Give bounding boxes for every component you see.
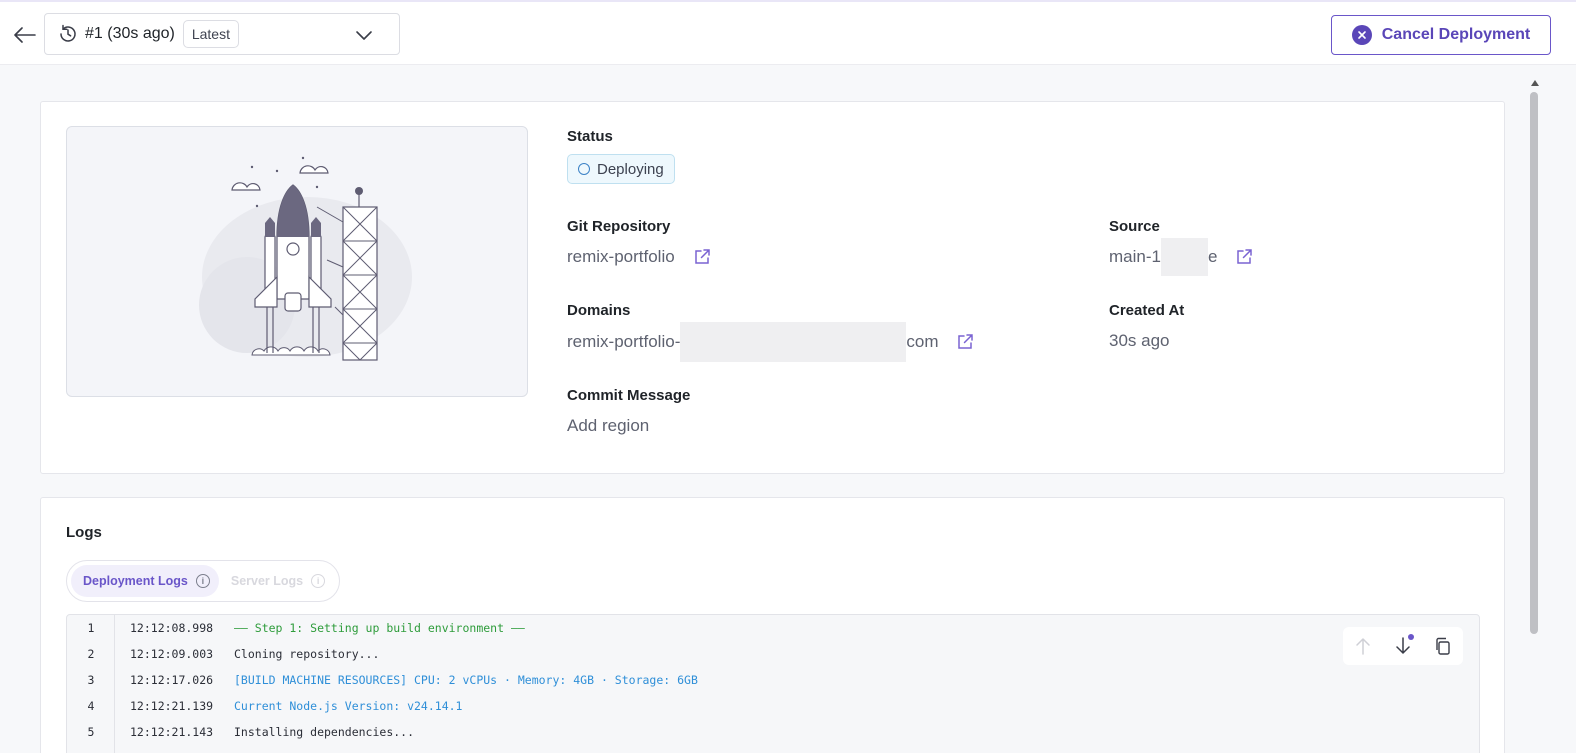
source-value-suffix: e bbox=[1207, 247, 1218, 266]
top-bar: #1 (30s ago) Latest Cancel Deployment bbox=[0, 0, 1576, 65]
history-icon bbox=[57, 23, 79, 45]
log-line: 5 12:12:21.143 Installing dependencies... bbox=[67, 719, 1479, 745]
status-label: Status bbox=[567, 128, 613, 145]
log-toolbar bbox=[1343, 627, 1463, 665]
external-link-icon[interactable] bbox=[693, 248, 711, 266]
scroll-up-arrow[interactable] bbox=[1531, 80, 1539, 86]
logs-tabs: Deployment Logs i Server Logs i bbox=[66, 560, 340, 602]
logs-card: Logs Deployment Logs i Server Logs i 1 12… bbox=[40, 497, 1505, 753]
created-at-value: 30s ago bbox=[1109, 331, 1170, 350]
chevron-down-icon bbox=[356, 31, 372, 40]
domain-value-suffix: com bbox=[906, 332, 939, 351]
tab-label: Server Logs bbox=[230, 574, 304, 588]
redacted-region bbox=[680, 322, 907, 362]
log-line: 2 12:12:09.003 Cloning repository... bbox=[67, 641, 1479, 667]
log-line: 1 12:12:08.998 —— Step 1: Setting up build… bbox=[67, 615, 1479, 641]
domains-field: remix-portfolio- com bbox=[567, 322, 974, 362]
info-icon[interactable]: i bbox=[195, 574, 210, 588]
status-badge: Deploying bbox=[567, 154, 675, 184]
info-icon[interactable]: i bbox=[311, 574, 326, 588]
log-message: Cloning repository... bbox=[234, 647, 380, 661]
line-number: 1 bbox=[87, 621, 95, 635]
close-circle-icon bbox=[1351, 25, 1372, 45]
line-number: 3 bbox=[87, 673, 95, 687]
rocket-illustration bbox=[66, 126, 528, 397]
deploying-status-icon bbox=[578, 163, 590, 175]
cancel-deployment-label: Cancel Deployment bbox=[1381, 26, 1531, 43]
log-message: Installing dependencies... bbox=[234, 725, 415, 739]
tab-label: Deployment Logs bbox=[83, 574, 188, 588]
source-field: main-1 e bbox=[1109, 238, 1253, 276]
arrow-up-icon bbox=[1356, 638, 1370, 655]
scroll-bottom-button[interactable] bbox=[1393, 634, 1414, 656]
external-link-icon[interactable] bbox=[956, 333, 974, 351]
line-number: 2 bbox=[87, 647, 95, 661]
arrow-down-icon bbox=[1396, 637, 1410, 654]
log-message: Current Node.js Version: v24.14.1 bbox=[234, 699, 463, 713]
scroll-thumb[interactable] bbox=[1530, 92, 1538, 634]
log-timestamp: 12:12:09.003 bbox=[130, 647, 214, 661]
deployment-overview-card: Status Deploying Git Repository remix-po… bbox=[40, 101, 1505, 474]
log-line: 4 12:12:21.139 Current Node.js Version: v2… bbox=[67, 693, 1479, 719]
log-message: [BUILD MACHINE RESOURCES] CPU: 2 vCPUs ·… bbox=[234, 673, 698, 687]
source-label: Source bbox=[1109, 218, 1160, 235]
domains-label: Domains bbox=[567, 302, 631, 319]
logs-title: Logs bbox=[66, 524, 102, 541]
created-at-label: Created At bbox=[1109, 302, 1185, 319]
deployment-label: #1 (30s ago) bbox=[85, 25, 175, 42]
cancel-deployment-button[interactable]: Cancel Deployment bbox=[1331, 15, 1551, 55]
log-timestamp: 12:12:17.026 bbox=[130, 673, 214, 687]
scroll-top-button[interactable] bbox=[1353, 636, 1373, 656]
log-timestamp: 12:12:21.139 bbox=[130, 699, 214, 713]
status-value: Deploying bbox=[597, 160, 664, 178]
git-repository-label: Git Repository bbox=[567, 218, 671, 235]
deployment-selector[interactable]: #1 (30s ago) Latest bbox=[44, 13, 400, 55]
arrow-left-icon bbox=[14, 27, 36, 43]
back-button[interactable] bbox=[10, 22, 40, 48]
new-logs-indicator bbox=[1408, 634, 1414, 640]
external-link-icon[interactable] bbox=[1235, 248, 1253, 266]
copy-logs-button[interactable] bbox=[1433, 636, 1453, 656]
redacted-region bbox=[1160, 238, 1208, 276]
git-repository-value: remix-portfolio bbox=[567, 247, 675, 266]
tab-deployment-logs[interactable]: Deployment Logs i bbox=[71, 565, 219, 597]
copy-icon bbox=[1436, 637, 1450, 655]
log-message: —— Step 1: Setting up build environment … bbox=[234, 621, 525, 635]
page-scrollbar[interactable] bbox=[1528, 78, 1540, 753]
git-repository-field: remix-portfolio bbox=[567, 246, 711, 268]
commit-message-value: Add region bbox=[567, 416, 650, 435]
commit-message-label: Commit Message bbox=[567, 387, 691, 404]
domain-value-prefix: remix-portfolio- bbox=[567, 332, 681, 351]
latest-badge: Latest bbox=[182, 20, 239, 48]
log-viewer[interactable]: 1 12:12:08.998 —— Step 1: Setting up build… bbox=[66, 614, 1480, 753]
log-line: 3 12:12:17.026 [BUILD MACHINE RESOURCES] C… bbox=[67, 667, 1479, 693]
line-number: 5 bbox=[87, 725, 95, 739]
log-timestamp: 12:12:21.143 bbox=[130, 725, 214, 739]
source-value-prefix: main-1 bbox=[1109, 247, 1161, 266]
tab-server-logs[interactable]: Server Logs i bbox=[219, 565, 334, 597]
line-number: 4 bbox=[87, 699, 95, 713]
log-timestamp: 12:12:08.998 bbox=[130, 621, 214, 635]
